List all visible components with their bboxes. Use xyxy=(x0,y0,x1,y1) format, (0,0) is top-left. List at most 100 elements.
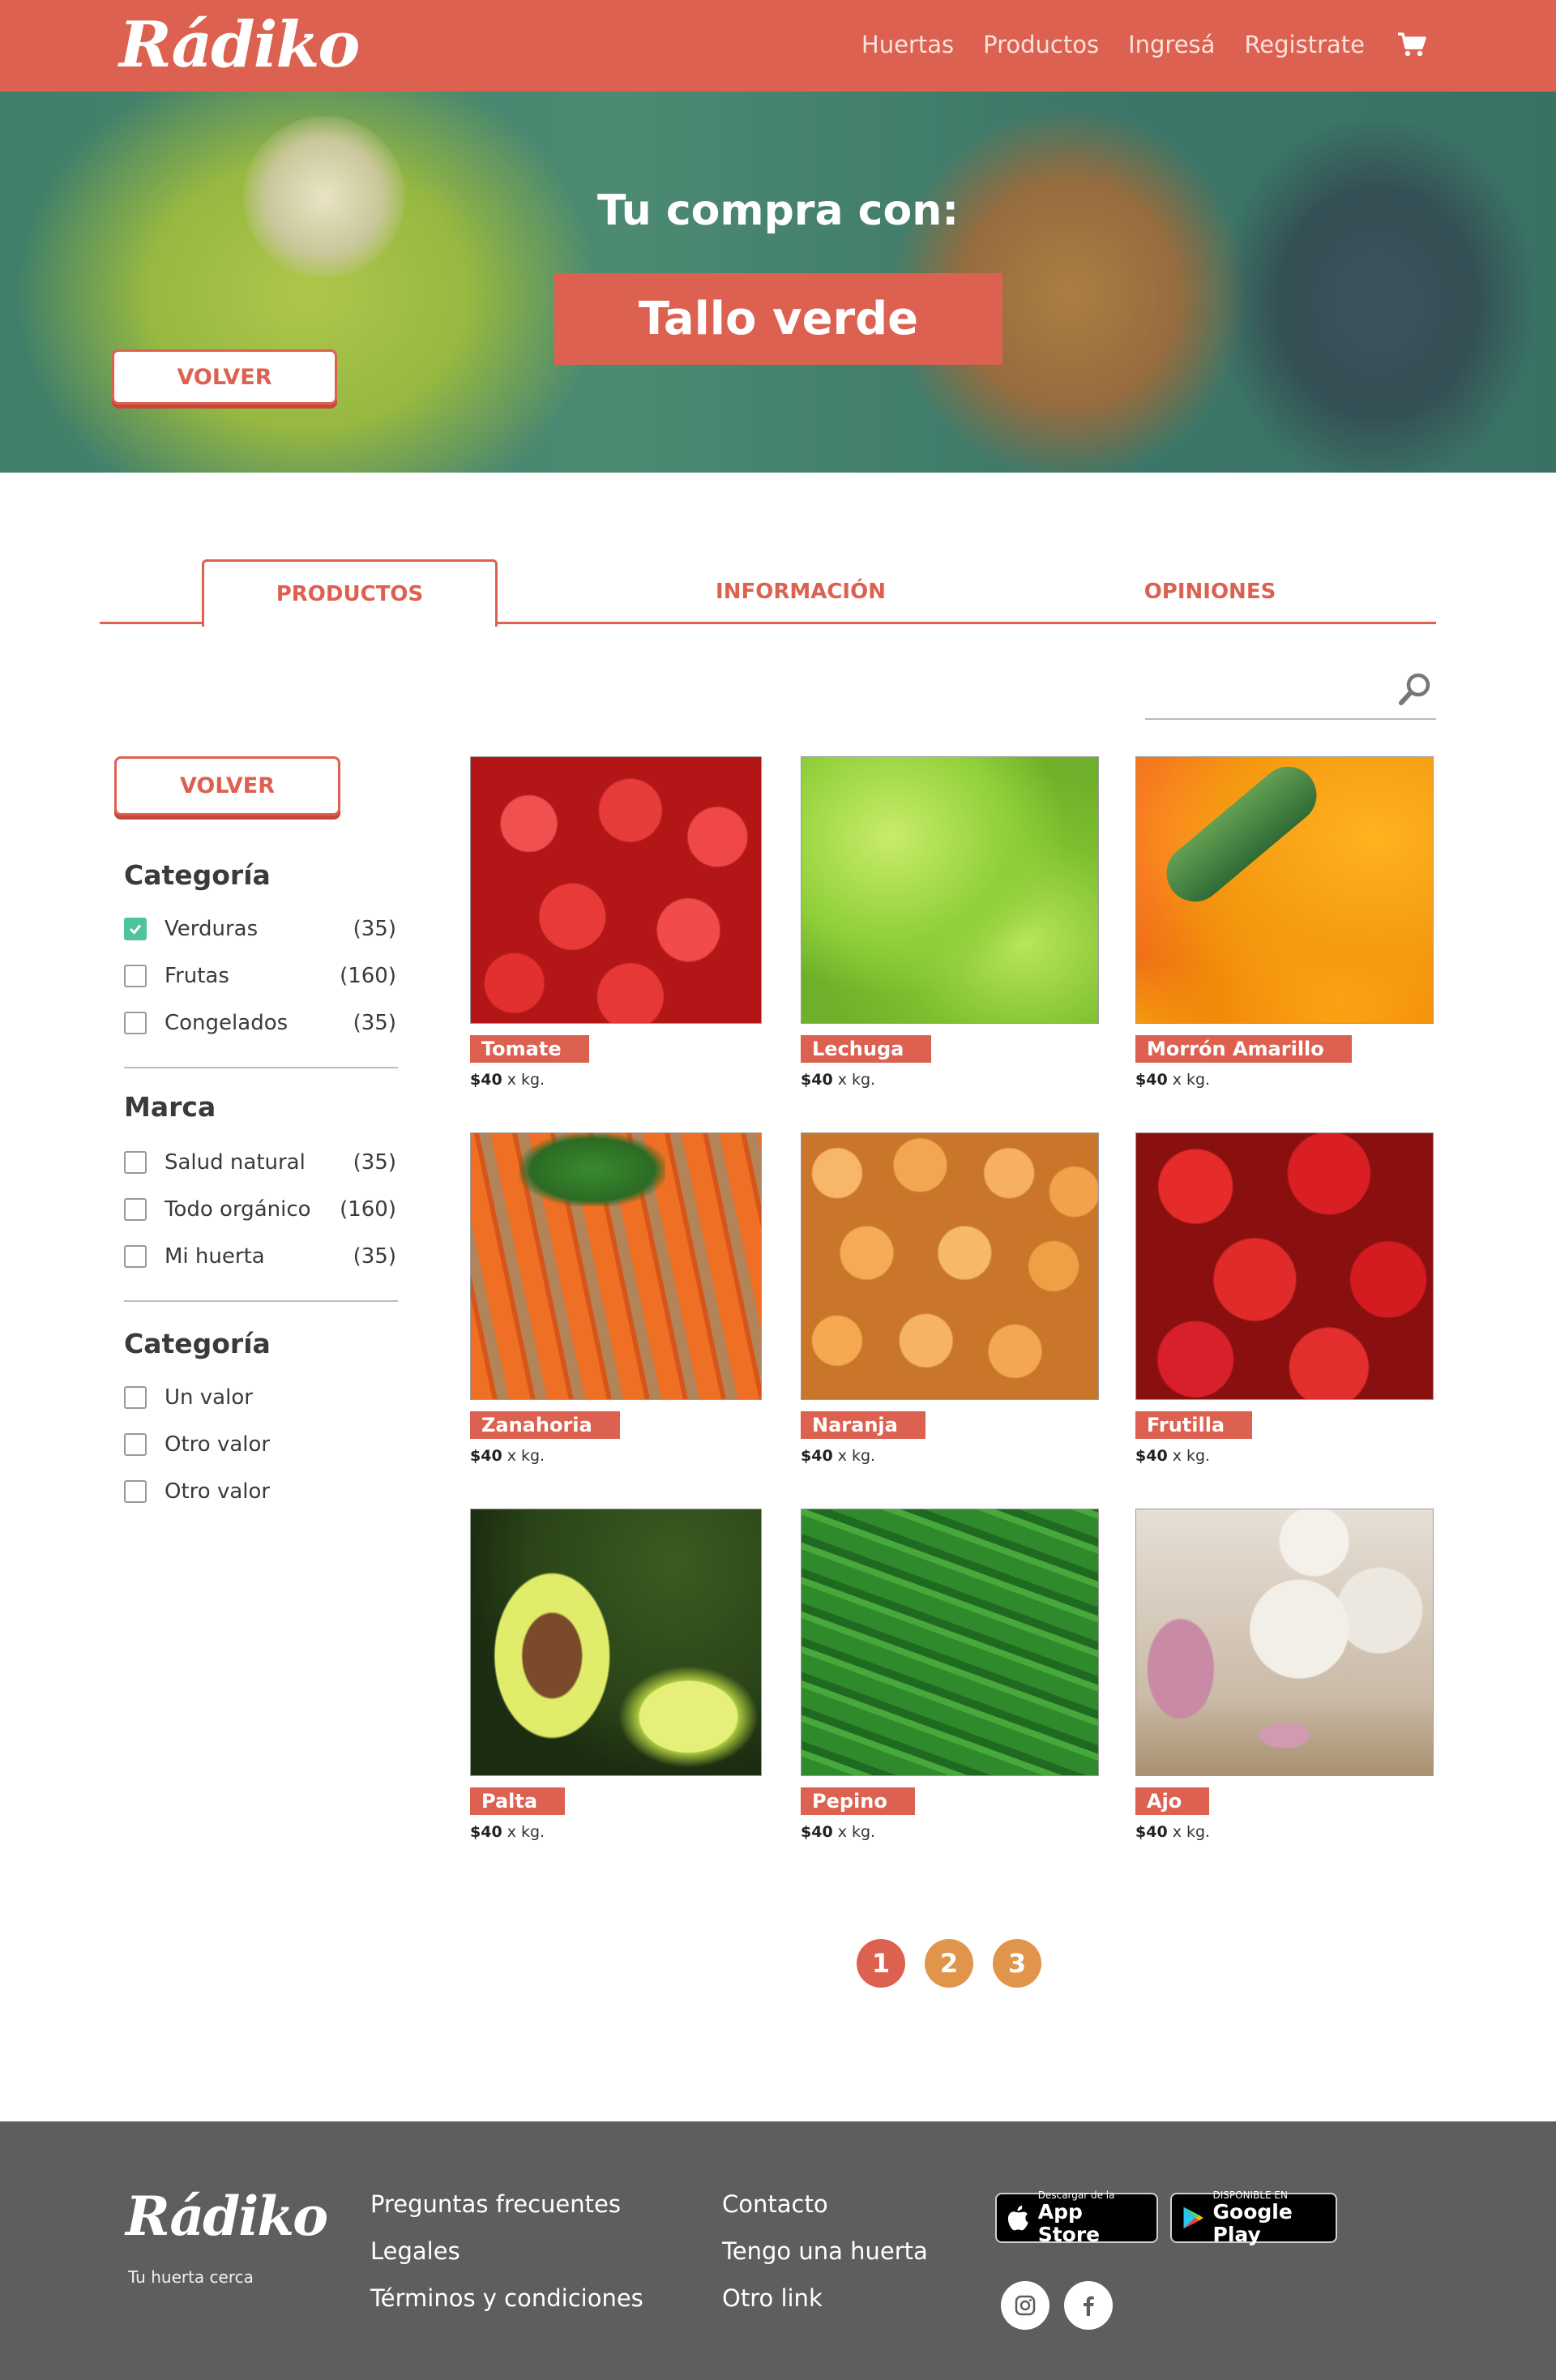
logo[interactable]: Rádiko xyxy=(119,8,360,82)
footer-link-faq[interactable]: Preguntas frecuentes xyxy=(370,2190,621,2218)
nav-registrate[interactable]: Registrate xyxy=(1244,31,1365,58)
filter-count: (35) xyxy=(353,1150,396,1175)
product-card-ajo[interactable]: Ajo $40 x kg. xyxy=(1135,1509,1434,1841)
footer-link-contacto[interactable]: Contacto xyxy=(722,2190,828,2218)
filter-count: (35) xyxy=(353,1244,396,1269)
product-price: $40 xyxy=(801,1071,833,1089)
checkbox[interactable] xyxy=(124,1198,147,1221)
footer-logo[interactable]: Rádiko xyxy=(126,2185,328,2248)
product-card-frutilla[interactable]: Frutilla $40 x kg. xyxy=(1135,1132,1434,1465)
footer-tagline: Tu huerta cerca xyxy=(128,2267,254,2287)
product-image[interactable] xyxy=(1135,1509,1434,1776)
product-image[interactable] xyxy=(470,1132,762,1400)
footer-link-tengo-huerta[interactable]: Tengo una huerta xyxy=(722,2237,928,2265)
filter-label: Congelados xyxy=(165,1011,289,1035)
product-card-lechuga[interactable]: Lechuga $40 x kg. xyxy=(801,756,1099,1089)
google-play-small: DISPONIBLE EN xyxy=(1212,2190,1288,2201)
nav-productos[interactable]: Productos xyxy=(983,31,1099,58)
checkbox[interactable] xyxy=(124,1433,147,1456)
filter-count: (160) xyxy=(340,964,396,988)
product-name: Zanahoria xyxy=(470,1411,620,1439)
product-unit: x kg. xyxy=(1167,1447,1211,1465)
checkbox-checked[interactable] xyxy=(124,918,147,940)
checkbox[interactable] xyxy=(124,1151,147,1174)
checkbox[interactable] xyxy=(124,1480,147,1503)
product-name: Tomate xyxy=(470,1035,589,1063)
product-card-pepino[interactable]: Pepino $40 x kg. xyxy=(801,1509,1099,1841)
search-field[interactable] xyxy=(1145,665,1436,720)
search-icon[interactable] xyxy=(1397,671,1433,707)
product-unit: x kg. xyxy=(1167,1823,1211,1841)
hero-back-button[interactable]: VOLVER xyxy=(112,349,337,405)
product-name: Ajo xyxy=(1135,1787,1210,1815)
product-price-line: $40 x kg. xyxy=(1135,1071,1434,1089)
checkbox[interactable] xyxy=(124,965,147,987)
cart-icon[interactable] xyxy=(1397,32,1426,58)
nav-huertas[interactable]: Huertas xyxy=(861,31,954,58)
store-name-banner: Tallo verde xyxy=(554,273,1002,365)
filter-item-otro-valor-2[interactable]: Otro valor xyxy=(124,1475,396,1508)
product-card-naranja[interactable]: Naranja $40 x kg. xyxy=(801,1132,1099,1465)
product-price: $40 xyxy=(470,1447,502,1465)
tab-opiniones[interactable]: OPINIONES xyxy=(1088,559,1332,624)
tab-bar: PRODUCTOS INFORMACIÓN OPINIONES xyxy=(100,559,1436,627)
google-play-badge[interactable]: DISPONIBLE EN Google Play xyxy=(1170,2190,1337,2246)
footer-link-legales[interactable]: Legales xyxy=(370,2237,460,2265)
sidebar-back-button[interactable]: VOLVER xyxy=(114,756,340,815)
product-card-morron-amarillo[interactable]: Morrón Amarillo $40 x kg. xyxy=(1135,756,1434,1089)
filter-item-verduras[interactable]: Verduras (35) xyxy=(124,913,396,945)
product-name: Lechuga xyxy=(801,1035,932,1063)
filter-item-congelados[interactable]: Congelados (35) xyxy=(124,1007,396,1039)
nav-ingresa[interactable]: Ingresá xyxy=(1128,31,1215,58)
tab-informacion[interactable]: INFORMACIÓN xyxy=(667,559,934,624)
page-button-3[interactable]: 3 xyxy=(993,1939,1041,1988)
tab-productos[interactable]: PRODUCTOS xyxy=(202,559,498,627)
page-button-2[interactable]: 2 xyxy=(925,1939,973,1988)
product-price-line: $40 x kg. xyxy=(470,1823,762,1841)
product-price-line: $40 x kg. xyxy=(1135,1447,1434,1465)
product-price-line: $40 x kg. xyxy=(801,1447,1099,1465)
product-name: Naranja xyxy=(801,1411,925,1439)
filter-item-frutas[interactable]: Frutas (160) xyxy=(124,960,396,992)
apple-icon xyxy=(1007,2205,1028,2231)
checkbox[interactable] xyxy=(124,1245,147,1268)
checkbox[interactable] xyxy=(124,1386,147,1409)
filter-label: Mi huerta xyxy=(165,1244,265,1269)
filter-label: Todo orgánico xyxy=(165,1197,311,1222)
product-card-tomate[interactable]: Tomate $40 x kg. xyxy=(470,756,762,1089)
product-price-line: $40 x kg. xyxy=(1135,1823,1434,1841)
page-button-1[interactable]: 1 xyxy=(857,1939,905,1988)
product-image[interactable] xyxy=(801,756,1099,1024)
product-image[interactable] xyxy=(801,1509,1099,1776)
product-image[interactable] xyxy=(801,1132,1099,1400)
product-image[interactable] xyxy=(1135,756,1434,1024)
product-name: Frutilla xyxy=(1135,1411,1253,1439)
product-price: $40 xyxy=(1135,1071,1168,1089)
product-price-line: $40 x kg. xyxy=(470,1447,762,1465)
product-image[interactable] xyxy=(1135,1132,1434,1400)
google-play-big: Google Play xyxy=(1212,2200,1293,2246)
instagram-button[interactable] xyxy=(1001,2281,1049,2330)
pepper-stem xyxy=(1155,757,1328,914)
filter-item-un-valor[interactable]: Un valor xyxy=(124,1381,396,1414)
filter-item-salud-natural[interactable]: Salud natural (35) xyxy=(124,1146,396,1179)
top-header: Rádiko Huertas Productos Ingresá Registr… xyxy=(0,0,1556,92)
instagram-icon xyxy=(1015,2295,1036,2316)
product-name: Palta xyxy=(470,1787,566,1815)
checkbox[interactable] xyxy=(124,1012,147,1034)
filter-divider xyxy=(124,1067,398,1068)
product-card-zanahoria[interactable]: Zanahoria $40 x kg. xyxy=(470,1132,762,1465)
footer-link-otro[interactable]: Otro link xyxy=(722,2284,823,2312)
filter-item-otro-valor[interactable]: Otro valor xyxy=(124,1428,396,1461)
facebook-button[interactable] xyxy=(1064,2281,1113,2330)
filter-label: Otro valor xyxy=(165,1432,271,1457)
product-image[interactable] xyxy=(470,1509,762,1776)
footer-link-terminos[interactable]: Términos y condiciones xyxy=(370,2284,643,2312)
product-image[interactable] xyxy=(470,756,762,1024)
filter-item-mi-huerta[interactable]: Mi huerta (35) xyxy=(124,1240,396,1273)
app-store-small: Descargar de la xyxy=(1037,2190,1115,2201)
app-store-badge[interactable]: Descargar de la App Store xyxy=(995,2190,1158,2246)
product-card-palta[interactable]: Palta $40 x kg. xyxy=(470,1509,762,1841)
filter-item-todo-organico[interactable]: Todo orgánico (160) xyxy=(124,1193,396,1226)
product-unit: x kg. xyxy=(502,1823,545,1841)
